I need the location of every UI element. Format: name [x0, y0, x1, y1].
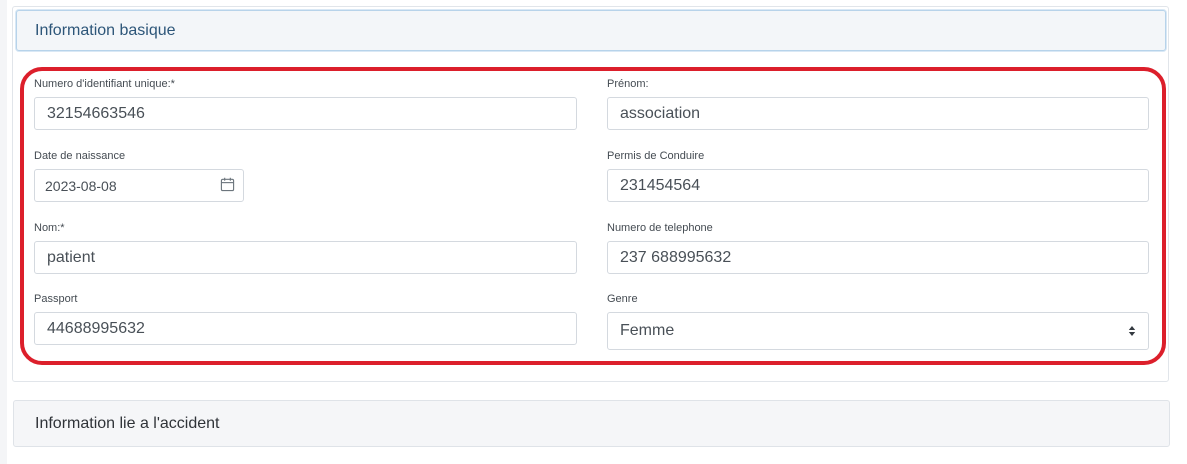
accident-info-header[interactable]: Information lie a l'accident: [13, 400, 1170, 447]
select-arrows-icon: [1128, 326, 1136, 336]
last-name-label: Nom:*: [34, 222, 65, 234]
first-name-input[interactable]: [607, 97, 1149, 130]
unique-id-label: Numero d'identifiant unique:*: [34, 78, 175, 90]
unique-id-input[interactable]: [34, 97, 577, 130]
driving-license-input[interactable]: [607, 169, 1149, 202]
accident-info-title: Information lie a l'accident: [35, 415, 220, 432]
last-name-input[interactable]: [34, 241, 577, 274]
passport-input[interactable]: [34, 312, 577, 345]
basic-info-header[interactable]: Information basique: [16, 10, 1166, 51]
birth-date-label: Date de naissance: [34, 150, 126, 162]
gender-label: Genre: [607, 293, 638, 305]
gender-selected-value: Femme: [620, 322, 675, 339]
basic-info-title: Information basique: [35, 22, 176, 39]
phone-label: Numero de telephone: [607, 222, 713, 234]
phone-input[interactable]: [607, 241, 1149, 274]
passport-label: Passport: [34, 293, 78, 305]
calendar-icon[interactable]: [220, 177, 235, 192]
driving-license-label: Permis de Conduire: [607, 150, 705, 162]
gender-select[interactable]: Femme: [607, 312, 1149, 350]
first-name-label: Prénom:: [607, 78, 649, 90]
page-edge: [0, 0, 7, 464]
birth-date-input[interactable]: [34, 169, 244, 202]
